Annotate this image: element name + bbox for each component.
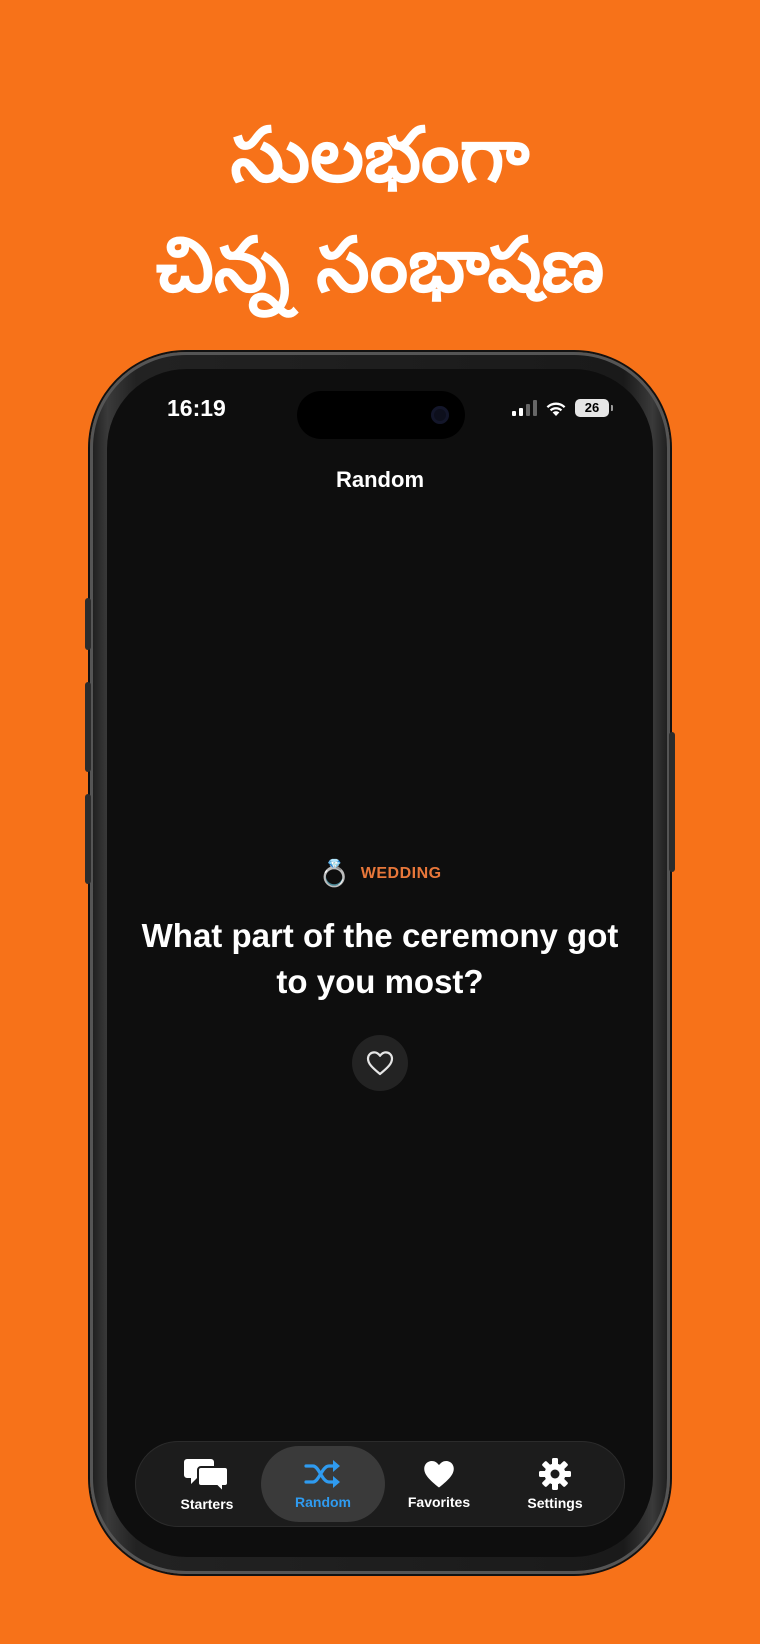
heart-icon (424, 1460, 454, 1488)
action-button (85, 598, 91, 650)
promo-headline: సులభంగా చిన్న సంభాషణ (0, 100, 760, 320)
heart-outline-icon (366, 1051, 394, 1076)
page-title: Random (336, 467, 424, 492)
tab-starters[interactable]: Starters (145, 1446, 269, 1522)
tab-bar: Starters Random Favorites Settings (135, 1441, 625, 1527)
tab-favorites[interactable]: Favorites (377, 1446, 501, 1522)
battery-indicator: 26 (575, 399, 613, 417)
promo-headline-line-2: చిన్న సంభాషణ (155, 220, 605, 309)
gear-icon (539, 1458, 571, 1490)
camera-icon (431, 406, 449, 424)
tab-favorites-label: Favorites (407, 1494, 471, 1510)
tab-starters-label: Starters (180, 1496, 234, 1512)
category-tag: 💍 WEDDING (107, 859, 653, 889)
category-label: WEDDING (360, 865, 442, 882)
wifi-icon (546, 402, 566, 416)
shuffle-icon (304, 1460, 340, 1488)
promo-headline-line-1: సులభంగా (230, 110, 530, 199)
status-time: 16:19 (167, 395, 226, 421)
tab-random-label: Random (295, 1494, 351, 1510)
favorite-button[interactable] (352, 1035, 408, 1091)
phone-frame: 16:19 26 Random 💍 WEDDING What part of t… (85, 352, 675, 1574)
ring-icon: 💍 (318, 859, 351, 889)
volume-down-button (85, 794, 91, 884)
question-text: What part of the ceremony got to you mos… (141, 917, 619, 1000)
dynamic-island (297, 391, 465, 439)
speech-bubbles-icon (184, 1459, 229, 1492)
tab-random[interactable]: Random (261, 1446, 385, 1522)
status-indicators: 26 (512, 399, 613, 417)
volume-up-button (85, 682, 91, 772)
cellular-signal-icon (512, 400, 537, 416)
tab-settings[interactable]: Settings (493, 1446, 617, 1522)
phone-screen: 16:19 26 Random 💍 WEDDING What part of t… (107, 369, 653, 1557)
power-button (669, 732, 675, 872)
tab-settings-label: Settings (527, 1495, 583, 1511)
